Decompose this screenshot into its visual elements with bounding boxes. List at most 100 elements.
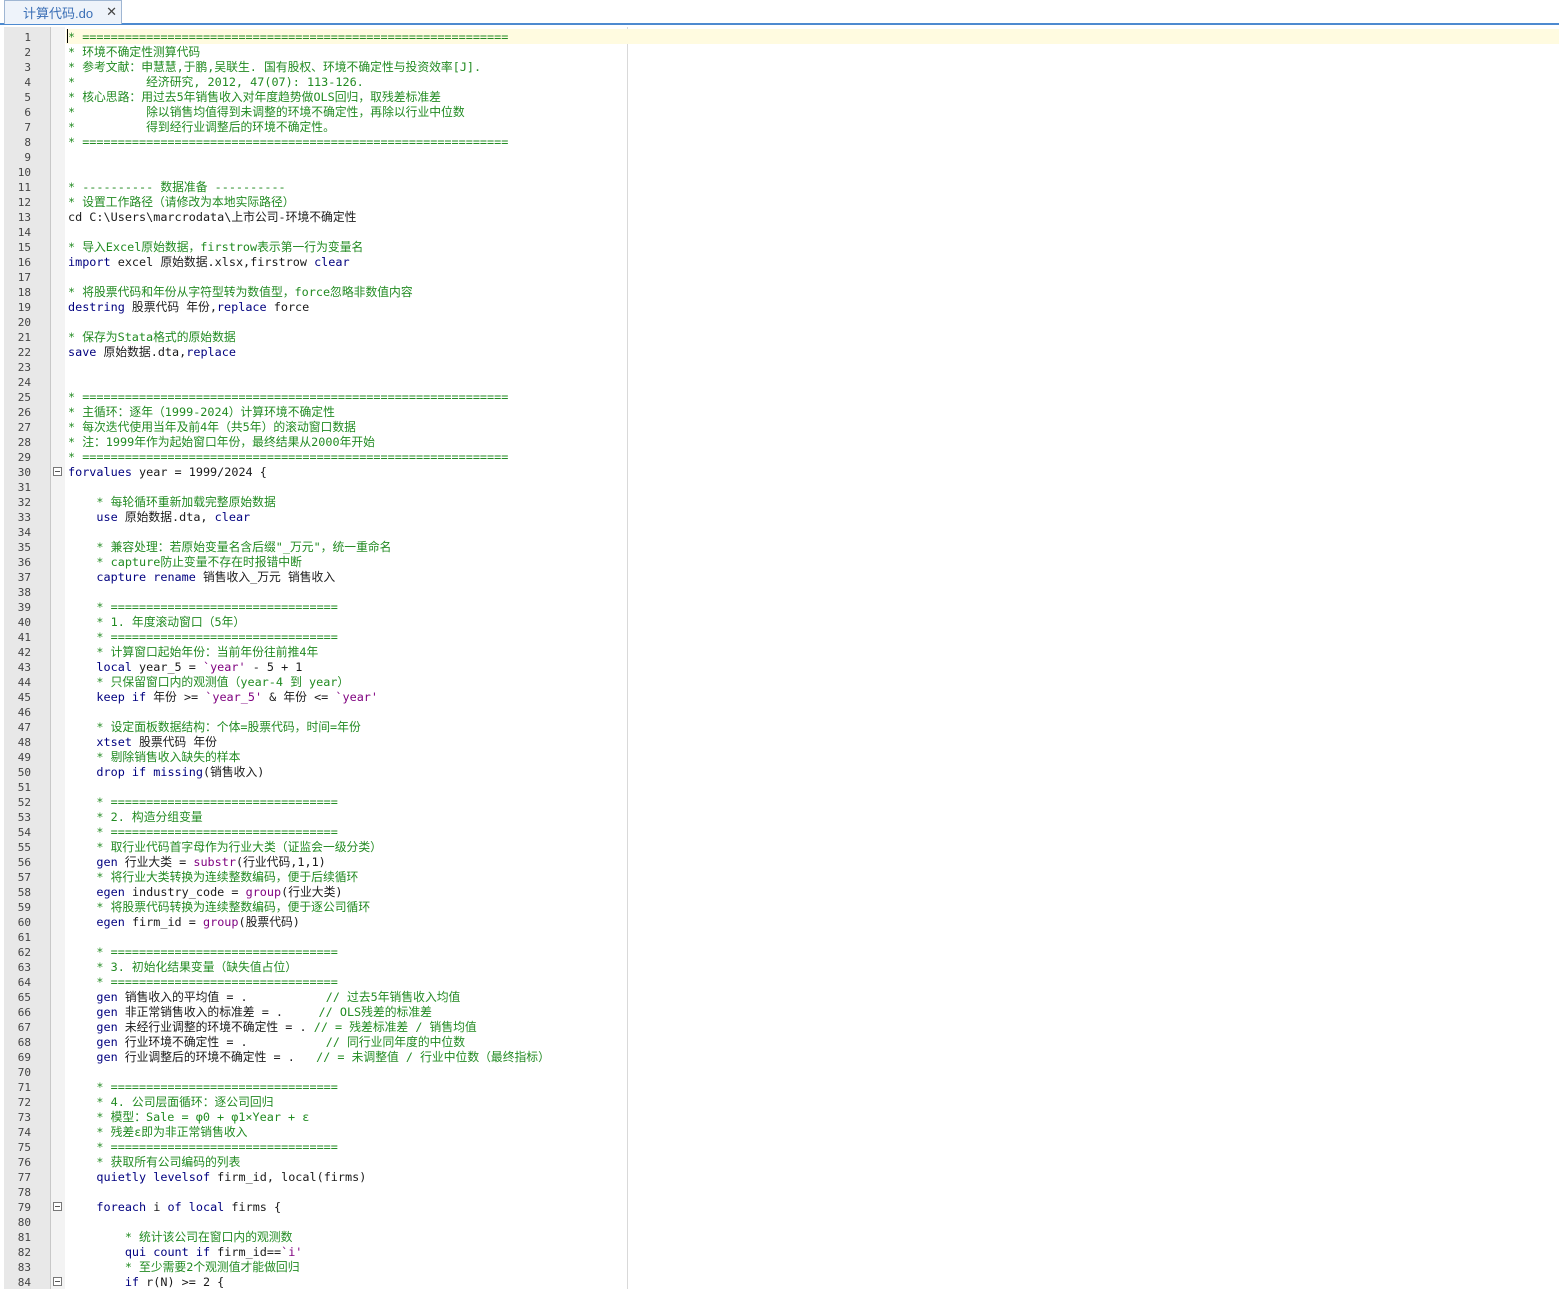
code-token: industry_code = — [124, 885, 246, 899]
code-text: * 得到经行业调整后的环境不确定性。 — [68, 120, 335, 134]
code-token: destring — [68, 300, 125, 314]
code-text: * ======================================… — [68, 390, 509, 404]
code-token: save — [68, 345, 97, 359]
line-number: 31 — [17, 481, 31, 494]
code-token: foreach — [96, 1200, 147, 1214]
code-text: * 主循环：逐年（1999-2024）计算环境不确定性 — [68, 405, 335, 419]
code-token: gen — [96, 855, 118, 869]
line-number: 22 — [17, 346, 31, 359]
line-number: 77 — [17, 1171, 31, 1184]
code-text: * 注：1999年作为起始窗口年份，最终结果从2000年开始 — [68, 435, 375, 449]
code-token: xtset — [96, 735, 132, 749]
line-number: 52 — [17, 796, 31, 809]
line-number: 34 — [17, 526, 31, 539]
fold-toggle-icon[interactable] — [53, 467, 62, 476]
code-token: firm_id, local(firms) — [210, 1170, 367, 1184]
line-number: 73 — [17, 1111, 31, 1124]
tab-file[interactable]: 计算代码.do ✕ — [4, 0, 122, 24]
code-text: import excel 原始数据.xlsx,firstrow clear — [68, 255, 350, 270]
code-text: * ================================ — [68, 825, 338, 839]
code-text: * ======================================… — [68, 135, 509, 149]
line-number: 83 — [17, 1261, 31, 1274]
code-token: group — [202, 915, 239, 929]
fold-toggle-icon[interactable] — [53, 1277, 62, 1286]
code-token: - 5 + 1 — [245, 660, 303, 674]
line-number: 14 — [17, 226, 31, 239]
line-number: 67 — [17, 1021, 31, 1034]
code-text: if r(N) >= 2 { — [68, 1275, 224, 1289]
line-number: 3 — [24, 61, 31, 74]
line-number: 49 — [17, 751, 31, 764]
fold-toggle-icon[interactable] — [53, 1202, 62, 1211]
line-number: 6 — [24, 106, 31, 119]
code-text: gen 行业环境不确定性 = . // 同行业同年度的中位数 — [68, 1035, 465, 1050]
line-number: 47 — [17, 721, 31, 734]
code-token: 行业调整后的环境不确定性 = . — [117, 1050, 317, 1064]
code-token: // = 残差标准差 / 销售均值 — [313, 1020, 477, 1034]
code-token: if — [124, 1275, 140, 1289]
line-number: 57 — [17, 871, 31, 884]
line-number: 18 — [17, 286, 31, 299]
line-number: 48 — [17, 736, 31, 749]
line-number: 7 — [24, 121, 31, 134]
code-token: firms { — [224, 1200, 282, 1214]
line-number: 23 — [17, 361, 31, 374]
code-token: gen — [96, 1020, 118, 1034]
code-text: * ================================ — [68, 945, 338, 959]
code-token: (行业代码,1,1) — [235, 855, 326, 869]
code-text: * ================================ — [68, 1080, 338, 1094]
code-editor[interactable]: 1 * =====================================… — [0, 27, 1559, 1289]
code-token: 销售收入_万元 销售收入 — [195, 570, 336, 584]
code-text: * 兼容处理：若原始变量名含后缀"_万元"，统一重命名 — [68, 540, 392, 554]
line-number: 13 — [17, 211, 31, 224]
line-number: 35 — [17, 541, 31, 554]
close-icon[interactable]: ✕ — [106, 5, 117, 20]
code-token: 股票代码 年份 — [131, 735, 217, 749]
line-number: 39 — [17, 601, 31, 614]
code-token: import — [68, 255, 111, 269]
code-token: egen — [96, 915, 125, 929]
code-token: 股票代码 年份, — [124, 300, 217, 314]
line-number: 20 — [17, 316, 31, 329]
line-number: 62 — [17, 946, 31, 959]
code-text: * 导入Excel原始数据，firstrow表示第一行为变量名 — [68, 240, 364, 254]
code-text: * 2. 构造分组变量 — [68, 810, 203, 824]
line-number: 60 — [17, 916, 31, 929]
line-number: 82 — [17, 1246, 31, 1259]
line-number: 12 — [17, 196, 31, 209]
code-text: * 至少需要2个观测值才能做回归 — [68, 1260, 300, 1274]
code-text: * ---------- 数据准备 ---------- — [68, 180, 286, 194]
line-number: 30 — [17, 466, 31, 479]
code-text: use 原始数据.dta, clear — [68, 510, 250, 525]
code-token: firm_id== — [210, 1245, 282, 1259]
code-text: destring 股票代码 年份,replace force — [68, 300, 309, 315]
code-token: gen — [96, 1050, 118, 1064]
line-number: 29 — [17, 451, 31, 464]
code-token: 销售收入的平均值 = . — [117, 990, 326, 1004]
code-text: * ================================ — [68, 630, 338, 644]
code-text: * ======================================… — [68, 450, 509, 464]
tab-label: 计算代码.do — [23, 6, 94, 21]
code-text: gen 行业调整后的环境不确定性 = . // = 未调整值 / 行业中位数（最… — [68, 1050, 549, 1065]
code-token: (销售收入) — [202, 765, 265, 779]
line-number: 21 — [17, 331, 31, 344]
code-token: firm_id = — [124, 915, 203, 929]
line-number: 56 — [17, 856, 31, 869]
line-number: 74 — [17, 1126, 31, 1139]
code-token: gen — [96, 1035, 118, 1049]
line-number: 64 — [17, 976, 31, 989]
code-token: 未经行业调整的环境不确定性 = . — [117, 1020, 314, 1034]
line-number: 72 — [17, 1096, 31, 1109]
code-token: 行业环境不确定性 = . — [117, 1035, 326, 1049]
line-number: 84 — [17, 1276, 31, 1289]
line-number: 46 — [17, 706, 31, 719]
code-text: * 1. 年度滚动窗口（5年） — [68, 615, 246, 629]
code-text: * ================================ — [68, 600, 338, 614]
line-number: 70 — [17, 1066, 31, 1079]
